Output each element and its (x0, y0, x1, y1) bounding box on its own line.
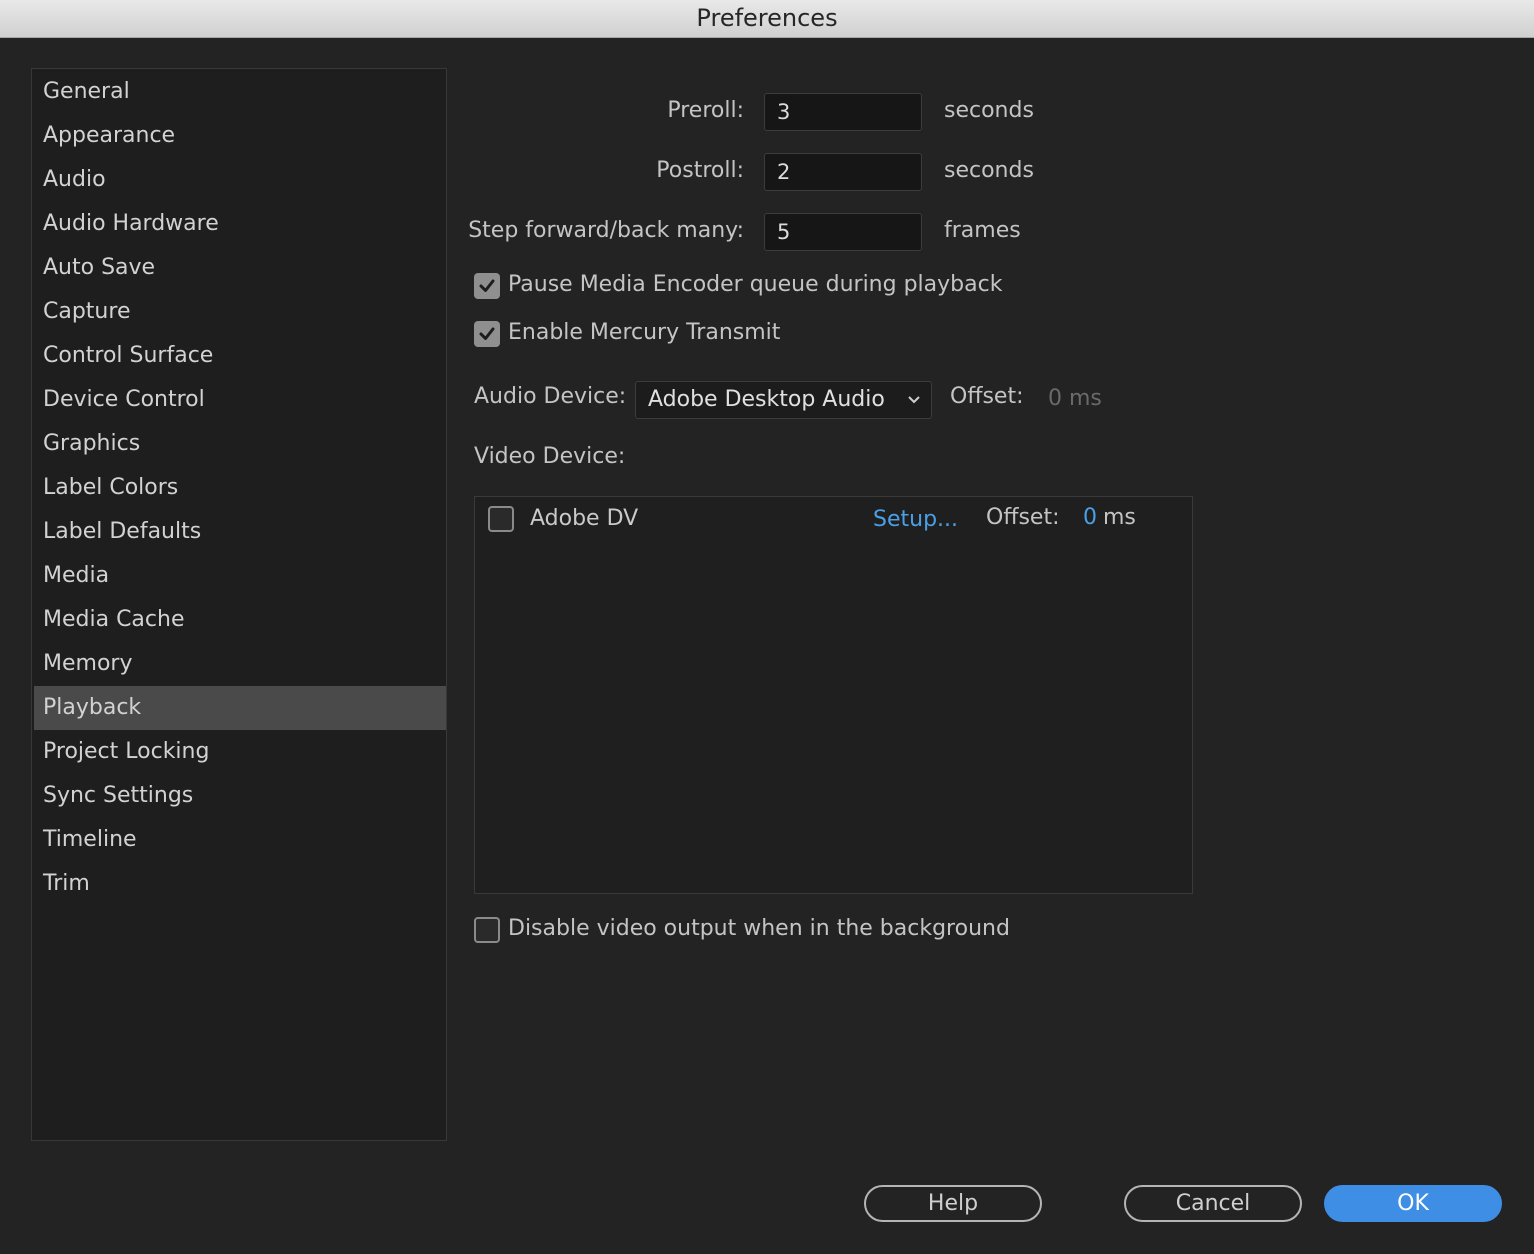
sidebar-item-timeline[interactable]: Timeline (34, 818, 446, 862)
pause-encoder-label: Pause Media Encoder queue during playbac… (508, 272, 1003, 297)
adobe-dv-label: Adobe DV (530, 506, 639, 531)
preroll-unit: seconds (944, 98, 1034, 123)
postroll-input[interactable] (764, 153, 922, 191)
video-offset-label: Offset: (986, 505, 1060, 530)
disable-background-label: Disable video output when in the backgro… (508, 916, 1010, 941)
step-input[interactable] (764, 213, 922, 251)
step-label: Step forward/back many: (468, 218, 744, 243)
sidebar-item-project-locking[interactable]: Project Locking (34, 730, 446, 774)
video-offset-unit: ms (1103, 505, 1136, 530)
video-offset-value[interactable]: 0 (1083, 505, 1097, 530)
video-device-label: Video Device: (474, 444, 626, 469)
postroll-unit: seconds (944, 158, 1034, 183)
sidebar-item-label-defaults[interactable]: Label Defaults (34, 510, 446, 554)
sidebar-item-general[interactable]: General (34, 70, 446, 114)
sidebar-item-trim[interactable]: Trim (34, 862, 446, 906)
sidebar-item-label-colors[interactable]: Label Colors (34, 466, 446, 510)
sidebar-item-device-control[interactable]: Device Control (34, 378, 446, 422)
audio-device-select[interactable]: Adobe Desktop Audio (635, 381, 932, 419)
mercury-transmit-checkbox[interactable] (474, 321, 500, 347)
sidebar-item-media-cache[interactable]: Media Cache (34, 598, 446, 642)
sidebar-item-capture[interactable]: Capture (34, 290, 446, 334)
sidebar-item-audio[interactable]: Audio (34, 158, 446, 202)
sidebar-item-auto-save[interactable]: Auto Save (34, 246, 446, 290)
chevron-down-icon (908, 396, 920, 404)
sidebar-item-audio-hardware[interactable]: Audio Hardware (34, 202, 446, 246)
audio-offset-label: Offset: (950, 384, 1024, 409)
ok-button[interactable]: OK (1324, 1185, 1502, 1222)
sidebar-item-sync-settings[interactable]: Sync Settings (34, 774, 446, 818)
audio-device-value: Adobe Desktop Audio (648, 387, 885, 412)
sidebar-item-memory[interactable]: Memory (34, 642, 446, 686)
checkmark-icon (479, 327, 495, 340)
window-title: Preferences (0, 0, 1534, 38)
video-device-list: Adobe DV Setup... Offset: 0 ms (474, 496, 1193, 894)
mercury-transmit-label: Enable Mercury Transmit (508, 320, 781, 345)
postroll-label: Postroll: (656, 158, 744, 183)
sidebar-item-graphics[interactable]: Graphics (34, 422, 446, 466)
sidebar-item-control-surface[interactable]: Control Surface (34, 334, 446, 378)
pause-encoder-checkbox[interactable] (474, 273, 500, 299)
disable-background-checkbox[interactable] (474, 917, 500, 943)
preroll-label: Preroll: (667, 98, 744, 123)
step-unit: frames (944, 218, 1021, 243)
preroll-input[interactable] (764, 93, 922, 131)
category-list: General Appearance Audio Audio Hardware … (31, 68, 447, 1141)
sidebar-item-media[interactable]: Media (34, 554, 446, 598)
checkmark-icon (479, 279, 495, 292)
setup-link[interactable]: Setup... (873, 507, 958, 532)
audio-device-label: Audio Device: (474, 384, 627, 409)
audio-offset-value: 0 ms (1048, 386, 1102, 411)
adobe-dv-checkbox[interactable] (488, 506, 514, 532)
sidebar-item-playback[interactable]: Playback (34, 686, 446, 730)
sidebar-item-appearance[interactable]: Appearance (34, 114, 446, 158)
help-button[interactable]: Help (864, 1185, 1042, 1222)
cancel-button[interactable]: Cancel (1124, 1185, 1302, 1222)
